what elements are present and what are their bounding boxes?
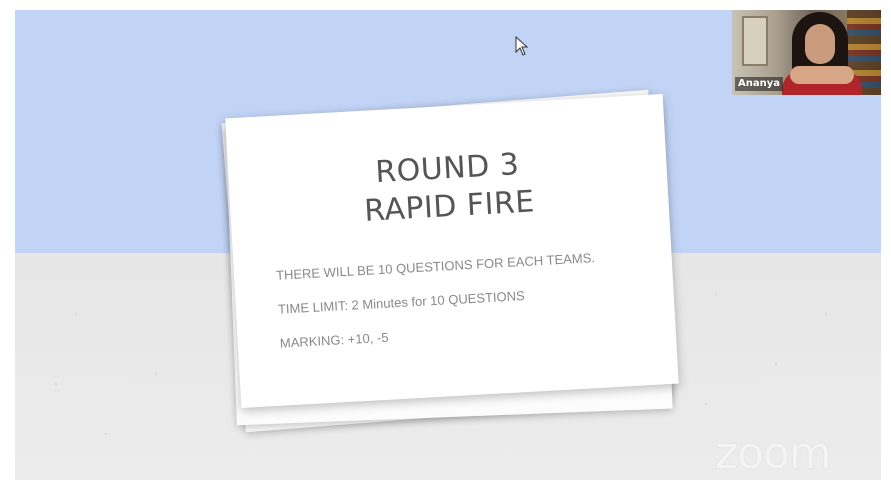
slide-card: ROUND 3 RAPID FIRE THERE WILL BE 10 QUES… xyxy=(225,94,679,408)
slide-rule-time-limit: TIME LIMIT: 2 Minutes for 10 QUESTIONS xyxy=(277,288,526,317)
zoom-logo: zoom xyxy=(715,428,832,479)
slide-rule-questions: THERE WILL BE 10 QUESTIONS FOR EACH TEAM… xyxy=(275,250,596,283)
participant-name-label: Ananya xyxy=(735,77,783,91)
slide-title: ROUND 3 RAPID FIRE xyxy=(228,138,670,238)
slide-rule-marking: MARKING: +10, -5 xyxy=(279,329,389,351)
shared-screen: ROUND 3 RAPID FIRE THERE WILL BE 10 QUES… xyxy=(15,10,881,480)
participant-video-thumbnail[interactable]: Ananya xyxy=(732,10,881,95)
mouse-pointer-icon xyxy=(515,36,529,56)
